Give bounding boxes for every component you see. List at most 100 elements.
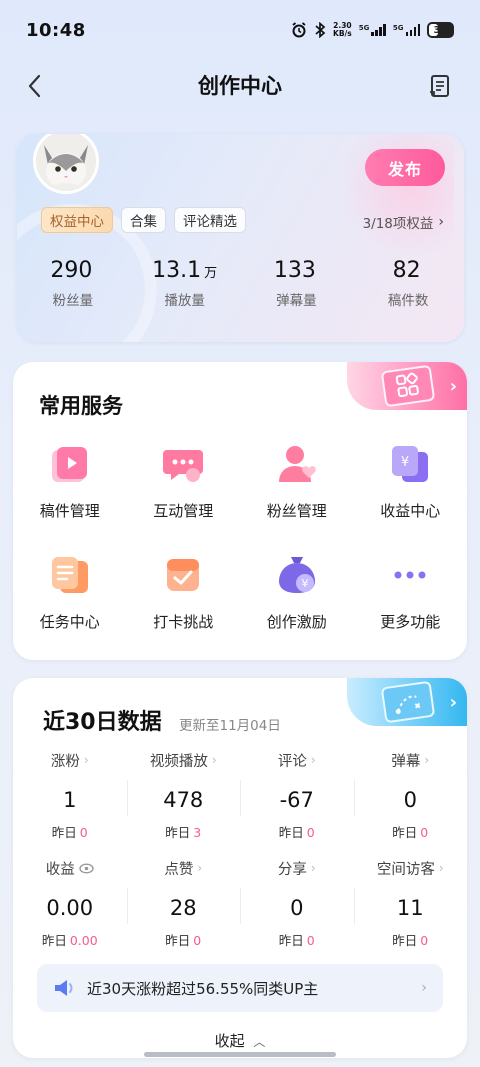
service-label: 打卡挑战 — [153, 613, 214, 631]
prev-value: 0 — [79, 825, 88, 840]
metric-danmaku[interactable]: 弹幕 › 0 昨日 0 — [353, 750, 468, 841]
prev-label: 昨日 — [392, 825, 418, 840]
chevron-right-icon: › — [83, 753, 89, 767]
rights-link[interactable]: 3/18项权益 › — [363, 212, 444, 232]
tip-text: 近30天涨粉超过56.55%同类UP主 — [87, 979, 319, 998]
data-row-1: 涨粉 › 1 昨日 0 视频播放 › 478 昨日 3 评论 › -67 昨日 0 弹幕 › … — [13, 750, 467, 841]
fan-user-icon — [278, 446, 316, 482]
chevron-right-icon: › — [310, 753, 316, 767]
prev-value: 0 — [306, 933, 315, 948]
collapse-label: 收起 — [214, 1032, 245, 1050]
tag-rights-center[interactable]: 权益中心 — [41, 207, 113, 233]
chevron-right-icon: › — [424, 753, 430, 767]
clipboard-icon — [51, 557, 88, 593]
data-corner-button[interactable]: › — [347, 678, 467, 726]
cat-avatar-icon — [36, 134, 96, 191]
tag-featured-comments[interactable]: 评论精选 — [174, 207, 246, 233]
services-corner-button[interactable]: › — [347, 362, 467, 410]
chevron-right-icon: › — [449, 692, 457, 713]
metric-shares[interactable]: 分享 › 0 昨日 0 — [240, 858, 354, 949]
tag-collection[interactable]: 合集 — [121, 207, 166, 233]
more-dots-icon — [394, 571, 426, 579]
network-type-1: 5G — [358, 24, 370, 32]
service-more[interactable]: 更多功能 — [354, 553, 468, 632]
service-checkin[interactable]: 打卡挑战 — [127, 553, 241, 632]
stat-unit: 万 — [204, 266, 218, 281]
document-list-icon[interactable] — [426, 72, 454, 100]
metric-value: 28 — [169, 896, 197, 920]
profile-tags: 权益中心 合集 评论精选 — [41, 207, 246, 233]
collapse-button[interactable]: 收起 ︿ — [13, 1030, 467, 1051]
home-indicator[interactable] — [144, 1052, 336, 1057]
service-interaction[interactable]: 互动管理 — [127, 442, 241, 521]
metric-value: -67 — [279, 788, 314, 812]
chevron-right-icon: › — [310, 861, 316, 875]
signal-icon-2: 5G — [393, 24, 420, 36]
metric-label: 点赞 — [164, 861, 194, 878]
metric-comments[interactable]: 评论 › -67 昨日 0 — [240, 750, 354, 841]
prev-label: 昨日 — [278, 825, 304, 840]
stat-plays[interactable]: 13.1 万 播放量 — [129, 258, 241, 309]
service-incentive[interactable]: ¥ 创作激励 — [240, 553, 354, 632]
stat-fans[interactable]: 290 粉丝量 — [17, 258, 129, 309]
data-card: 近30日数据 更新至11月04日 › 涨粉 › 1 昨日 0 视频播放 › 478 昨… — [13, 678, 467, 1058]
metric-label: 收益 — [45, 861, 75, 878]
metric-label: 视频播放 — [149, 753, 208, 770]
services-title: 常用服务 — [39, 394, 123, 418]
service-income[interactable]: ¥ 收益中心 — [354, 442, 468, 521]
profile-stats: 290 粉丝量 13.1 万 播放量 133 弹幕量 82 稿件数 — [17, 258, 464, 309]
metric-label: 空间访客 — [376, 861, 435, 878]
network-speed: 2.30 KB/s — [333, 22, 352, 38]
metric-video-plays[interactable]: 视频播放 › 478 昨日 3 — [126, 750, 241, 841]
top-navigation: 创作中心 — [0, 60, 480, 112]
service-tasks[interactable]: 任务中心 — [13, 553, 127, 632]
eye-icon[interactable] — [79, 862, 94, 874]
stat-videos[interactable]: 82 稿件数 — [352, 258, 464, 309]
publish-button[interactable]: 发布 — [365, 149, 445, 186]
prev-label: 昨日 — [278, 933, 304, 948]
prev-label: 昨日 — [51, 825, 77, 840]
status-time: 10:48 — [26, 19, 86, 41]
avatar[interactable] — [33, 134, 99, 194]
prev-label: 昨日 — [165, 933, 191, 948]
prev-value: 0 — [420, 933, 429, 948]
checkin-icon — [167, 559, 200, 591]
stat-value: 290 — [50, 258, 93, 283]
network-type-2: 5G — [392, 24, 404, 32]
stat-value: 13.1 — [152, 258, 202, 283]
metric-value: 0 — [290, 896, 304, 920]
stat-label: 稿件数 — [387, 293, 429, 309]
service-label: 更多功能 — [380, 613, 441, 631]
data-title: 近30日数据 — [43, 710, 162, 735]
metric-likes[interactable]: 点赞 › 28 昨日 0 — [126, 858, 241, 949]
rights-text: 3/18项权益 — [362, 216, 434, 232]
service-label: 互动管理 — [153, 502, 214, 520]
service-fans[interactable]: 粉丝管理 — [240, 442, 354, 521]
service-label: 粉丝管理 — [266, 502, 327, 520]
speed-unit: KB/s — [333, 29, 352, 38]
service-manuscript[interactable]: 稿件管理 — [13, 442, 127, 521]
alarm-icon — [291, 22, 307, 38]
metric-space-visitors[interactable]: 空间访客 › 11 昨日 0 — [353, 858, 468, 949]
fans-growth-tip[interactable]: 近30天涨粉超过56.55%同类UP主 › — [37, 964, 443, 1012]
profile-card: 发布 权益中心 合集 评论精选 3/18项权益 › 290 粉丝量 13.1 万 … — [17, 134, 464, 342]
chevron-right-icon: › — [449, 376, 457, 397]
signal-icon-1: 5G — [359, 24, 386, 36]
bluetooth-icon — [314, 22, 326, 38]
svg-text:¥: ¥ — [301, 577, 308, 590]
chevron-right-icon: › — [438, 214, 444, 230]
metric-label: 弹幕 — [391, 753, 421, 770]
metric-value: 478 — [163, 788, 204, 812]
prev-label: 昨日 — [392, 933, 418, 948]
page-title: 创作中心 — [198, 74, 282, 98]
chevron-right-icon: › — [211, 753, 217, 767]
metric-income[interactable]: 收益 0.00 昨日 0.00 — [13, 858, 127, 949]
metric-fans-gain[interactable]: 涨粉 › 1 昨日 0 — [13, 750, 127, 841]
data-updated: 更新至11月04日 — [179, 718, 281, 734]
prev-label: 昨日 — [41, 933, 67, 948]
chat-bubble-icon — [163, 450, 204, 482]
service-label: 收益中心 — [380, 502, 441, 520]
battery-icon: 38 — [427, 22, 454, 38]
stat-danmaku[interactable]: 133 弹幕量 — [241, 258, 353, 309]
prev-label: 昨日 — [165, 825, 191, 840]
